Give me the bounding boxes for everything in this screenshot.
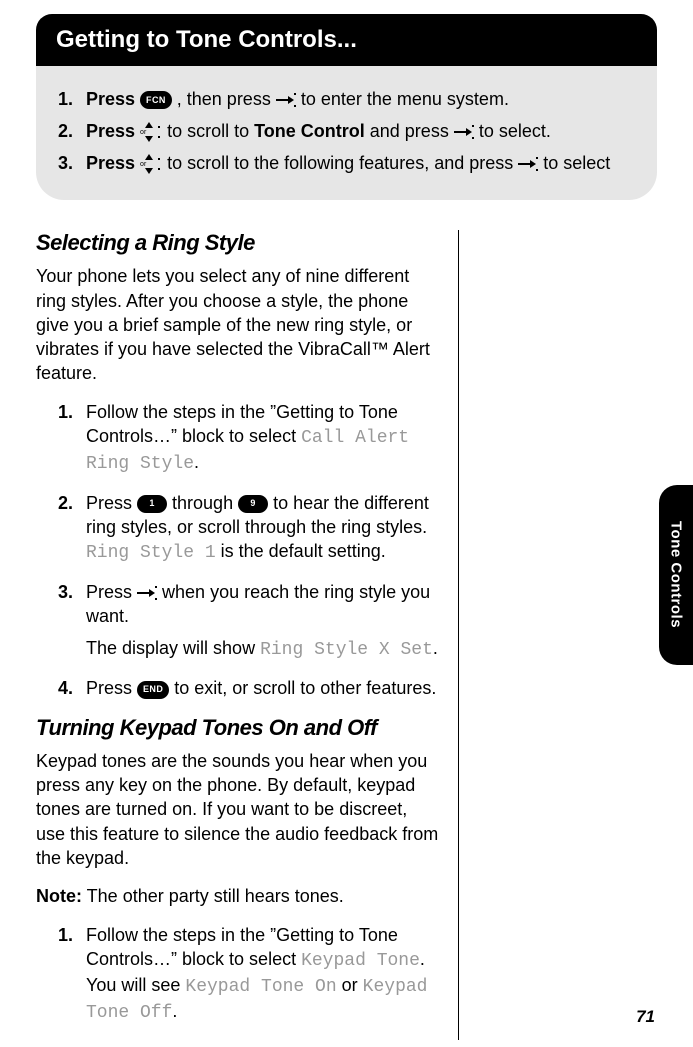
text: to scroll to the following features, and… bbox=[167, 153, 518, 173]
press-label: Press bbox=[86, 121, 140, 141]
note-line: Note: The other party still hears tones. bbox=[36, 884, 440, 908]
note-text: The other party still hears tones. bbox=[82, 886, 344, 906]
text: and press bbox=[370, 121, 454, 141]
text: . bbox=[172, 1001, 177, 1021]
text: The display will show bbox=[86, 638, 260, 658]
page-number: 71 bbox=[636, 1007, 655, 1027]
text: to select. bbox=[479, 121, 551, 141]
side-tab-label: Tone Controls bbox=[668, 521, 685, 628]
note-label: Note: bbox=[36, 886, 82, 906]
section-intro: Keypad tones are the sounds you hear whe… bbox=[36, 749, 440, 870]
step-number: 2. bbox=[58, 118, 86, 144]
text: to select bbox=[543, 153, 610, 173]
text: to scroll to bbox=[167, 121, 254, 141]
step-number: 2. bbox=[58, 491, 86, 566]
lcd-text: Keypad Tone bbox=[301, 951, 420, 971]
section-heading-keypad-tones: Turning Keypad Tones On and Off bbox=[36, 715, 440, 741]
intro-step-1: 1. Press FCN , then press to enter the m… bbox=[58, 86, 635, 112]
list-item: 3. Press when you reach the ring style y… bbox=[58, 580, 440, 663]
step-number: 3. bbox=[58, 580, 86, 663]
text: is the default setting. bbox=[221, 541, 386, 561]
intro-step-2: 2. Press or to scroll to Tone Control an… bbox=[58, 118, 635, 144]
text: Press bbox=[86, 493, 137, 513]
section-heading-ring-style: Selecting a Ring Style bbox=[36, 230, 440, 256]
column-divider bbox=[458, 230, 459, 1039]
text: Press bbox=[86, 582, 137, 602]
list-item: 4. Press END to exit, or scroll to other… bbox=[58, 676, 440, 700]
end-key-icon: END bbox=[137, 681, 169, 699]
step-number: 1. bbox=[58, 923, 86, 1026]
key-1-icon: 1 bbox=[137, 495, 167, 513]
text: or bbox=[342, 975, 363, 995]
key-9-icon: 9 bbox=[238, 495, 268, 513]
text: , then press bbox=[177, 89, 276, 109]
text: through bbox=[172, 493, 238, 513]
intro-steps-box: 1. Press FCN , then press to enter the m… bbox=[36, 66, 657, 200]
step-number: 1. bbox=[58, 86, 86, 112]
select-arrow-icon bbox=[518, 155, 538, 173]
text: to enter the menu system. bbox=[301, 89, 509, 109]
lcd-text: Ring Style 1 bbox=[86, 543, 216, 563]
step-number: 4. bbox=[58, 676, 86, 700]
list-item: 1. Follow the steps in the ”Getting to T… bbox=[58, 400, 440, 477]
select-arrow-icon bbox=[454, 123, 474, 141]
press-label: Press bbox=[86, 153, 140, 173]
select-arrow-icon bbox=[137, 584, 157, 602]
page-title: Getting to Tone Controls... bbox=[36, 14, 657, 66]
fcn-key-icon: FCN bbox=[140, 91, 172, 109]
section-intro: Your phone lets you select any of nine d… bbox=[36, 264, 440, 385]
step-number: 1. bbox=[58, 400, 86, 477]
scroll-updown-icon: or bbox=[140, 122, 162, 142]
scroll-updown-icon: or bbox=[140, 154, 162, 174]
side-tab: Tone Controls bbox=[659, 485, 693, 665]
tone-control-text: Tone Control bbox=[254, 121, 365, 141]
list-item: 1. Follow the steps in the ”Getting to T… bbox=[58, 923, 440, 1026]
text: . bbox=[194, 452, 199, 472]
text: Press bbox=[86, 678, 137, 698]
text: . bbox=[433, 638, 438, 658]
intro-step-3: 3. Press or to scroll to the following f… bbox=[58, 150, 635, 176]
lcd-text: Keypad Tone On bbox=[185, 977, 336, 997]
step-number: 3. bbox=[58, 150, 86, 176]
text: to exit, or scroll to other features. bbox=[174, 678, 436, 698]
list-item: 2. Press 1 through 9 to hear the differe… bbox=[58, 491, 440, 566]
select-arrow-icon bbox=[276, 91, 296, 109]
press-label: Press bbox=[86, 89, 140, 109]
lcd-text: Ring Style X Set bbox=[260, 640, 433, 660]
